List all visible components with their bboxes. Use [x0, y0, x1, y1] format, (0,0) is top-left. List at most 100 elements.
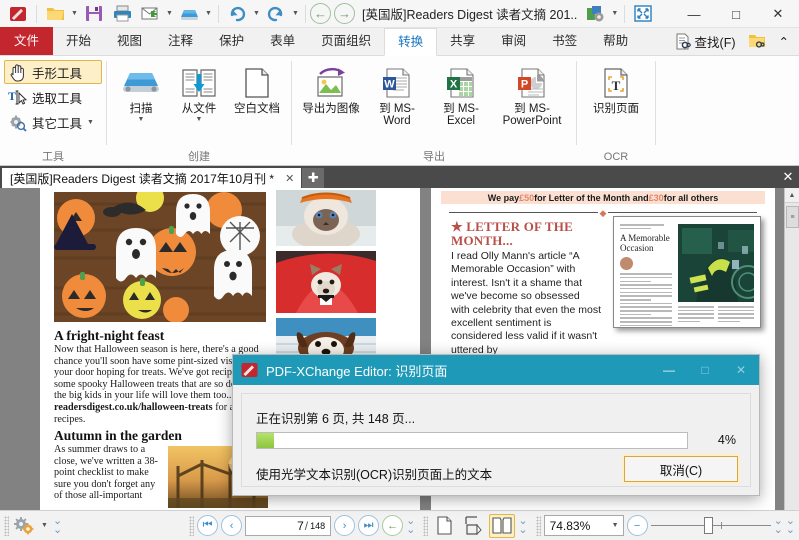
window-close-button[interactable]: ✕ — [757, 0, 799, 28]
new-document-tab-button[interactable]: ✚ — [302, 168, 324, 188]
navigate-back-button[interactable]: ← — [382, 515, 403, 536]
export-to-image-button[interactable]: 导出为图像 — [298, 60, 364, 116]
thumbnail-right-page — [675, 220, 757, 324]
other-tools-button[interactable]: 其它工具 ▼ — [4, 110, 102, 134]
zoom-slider[interactable] — [651, 515, 771, 536]
ocr-recognize-icon: T — [600, 64, 632, 102]
ribbon-tab-form[interactable]: 表单 — [257, 28, 308, 55]
scroll-up-icon[interactable]: ▲ — [785, 188, 799, 203]
save-file-icon[interactable] — [80, 2, 108, 26]
status-bar: ▼ ⌄⌄ ⏮ ‹ 7 / 148 › ⏭ ← ⌄⌄ — [0, 510, 799, 540]
document-tab[interactable]: [英国版]Readers Digest 读者文摘 2017年10月刊 * ✕ — [2, 168, 301, 188]
customize-qat-dropdown-icon[interactable]: ▼ — [609, 2, 620, 26]
hand-tool-button[interactable]: 手形工具 — [4, 60, 102, 84]
ribbon-tab-bookmark[interactable]: 书签 — [539, 28, 590, 55]
page-number-input[interactable]: 7 / 148 — [245, 516, 331, 536]
scan-button-dropdown-icon[interactable]: ▼ — [138, 116, 145, 124]
zoom-grip[interactable] — [536, 516, 541, 536]
blank-page-icon — [243, 64, 271, 102]
ribbon-tab-organize[interactable]: 页面组织 — [308, 28, 384, 55]
zoom-dropdown-icon[interactable]: ▼ — [612, 522, 619, 529]
email-dropdown-icon[interactable]: ▼ — [164, 2, 175, 26]
view-mode-continuous-button[interactable] — [460, 514, 486, 538]
scrollbar-thumb[interactable]: ≡ — [786, 206, 799, 228]
page-nav-grip[interactable] — [189, 516, 194, 536]
qat-separator — [36, 5, 37, 23]
next-page-button[interactable]: › — [334, 515, 355, 536]
statusbar-overflow-4[interactable]: ⌄⌄ — [774, 517, 783, 535]
last-page-button[interactable]: ⏭ — [358, 515, 379, 536]
redo-dropdown-icon[interactable]: ▼ — [290, 2, 301, 26]
preferences-icon[interactable] — [12, 516, 36, 536]
find-button-label: 查找(F) — [695, 32, 736, 51]
window-minimize-button[interactable]: — — [673, 0, 715, 28]
dialog-minimize-button[interactable]: — — [651, 355, 687, 385]
scan-button[interactable]: 扫描 ▼ — [113, 60, 169, 125]
from-file-button[interactable]: 从文件 ▼ — [171, 60, 227, 125]
app-logo-icon[interactable] — [4, 2, 32, 26]
ribbon-tab-help[interactable]: 帮助 — [590, 28, 641, 55]
hand-tool-label: 手形工具 — [32, 63, 82, 82]
zoom-group: 74.83% ▼ − ⌄⌄ ⌄⌄ — [532, 515, 799, 536]
ribbon-tab-view[interactable]: 视图 — [104, 28, 155, 55]
ribbon-empty-area — [656, 56, 799, 165]
from-file-icon — [181, 64, 217, 102]
ribbon-group-export-label: 导出 — [292, 150, 576, 166]
statusbar-overflow-5[interactable]: ⌄⌄ — [786, 517, 795, 535]
previous-page-button[interactable]: ‹ — [221, 515, 242, 536]
window-maximize-button[interactable]: □ — [715, 0, 757, 28]
nav-back-icon[interactable]: ← — [310, 3, 331, 24]
email-icon[interactable] — [136, 2, 164, 26]
ocr-cancel-button[interactable]: 取消(C) — [624, 456, 738, 482]
scan-dropdown-icon[interactable]: ▼ — [203, 2, 214, 26]
zoom-slider-knob[interactable] — [704, 517, 713, 534]
recognize-pages-button[interactable]: T 识别页面 — [583, 60, 649, 116]
nav-forward-icon[interactable]: → — [334, 3, 355, 24]
export-to-excel-button[interactable]: X 到 MS-Excel — [430, 60, 492, 128]
ribbon-tab-protect[interactable]: 保护 — [206, 28, 257, 55]
search-folder-button[interactable] — [742, 28, 773, 54]
undo-icon[interactable] — [223, 2, 251, 26]
find-document-icon — [674, 33, 691, 50]
statusbar-overflow-3[interactable]: ⌄⌄ — [518, 517, 527, 535]
scan-icon[interactable] — [175, 2, 203, 26]
statusbar-overflow-1[interactable]: ⌄⌄ — [53, 517, 62, 535]
statusbar-overflow-2[interactable]: ⌄⌄ — [406, 517, 415, 535]
first-page-button[interactable]: ⏮ — [197, 515, 218, 536]
close-document-button[interactable]: ✕ — [777, 166, 799, 188]
view-mode-single-page-button[interactable] — [431, 514, 457, 538]
open-file-icon[interactable] — [41, 2, 69, 26]
view-mode-grip[interactable] — [423, 516, 428, 536]
document-tab-label: [英国版]Readers Digest 读者文摘 2017年10月刊 * — [10, 170, 274, 187]
other-tools-dropdown-icon[interactable]: ▼ — [86, 116, 95, 128]
vertical-scrollbar[interactable]: ▲ ≡ — [784, 188, 799, 510]
export-to-powerpoint-button[interactable]: P 到 MS-PowerPoint — [494, 60, 570, 128]
zoom-out-button[interactable]: − — [627, 515, 648, 536]
export-to-word-button[interactable]: W 到 MS-Word — [366, 60, 428, 128]
ribbon-tab-file[interactable]: 文件 — [0, 27, 53, 55]
ribbon-tab-review[interactable]: 审阅 — [488, 28, 539, 55]
fullscreen-icon[interactable] — [629, 2, 657, 26]
print-icon[interactable] — [108, 2, 136, 26]
ribbon-tab-home[interactable]: 开始 — [53, 28, 104, 55]
blank-document-button[interactable]: 空白文档 — [229, 60, 285, 116]
open-file-dropdown-icon[interactable]: ▼ — [69, 2, 80, 26]
document-tab-close-icon[interactable]: ✕ — [282, 172, 297, 185]
view-mode-facing-button[interactable] — [489, 514, 515, 538]
ribbon-tab-share[interactable]: 共享 — [437, 28, 488, 55]
customize-qat-icon[interactable] — [581, 2, 609, 26]
from-file-button-dropdown-icon[interactable]: ▼ — [196, 116, 203, 124]
zoom-level-select[interactable]: 74.83% ▼ — [544, 515, 624, 536]
toolbar-grip[interactable] — [4, 516, 9, 536]
document-tab-bar: [英国版]Readers Digest 读者文摘 2017年10月刊 * ✕ ✚… — [0, 166, 799, 188]
select-tool-button[interactable]: T 选取工具 — [4, 85, 102, 109]
find-button[interactable]: 查找(F) — [668, 28, 742, 54]
preferences-dropdown-icon[interactable]: ▼ — [39, 514, 50, 538]
undo-dropdown-icon[interactable]: ▼ — [251, 2, 262, 26]
collapse-ribbon-button[interactable]: ⌃ — [773, 28, 795, 54]
ribbon-tab-comment[interactable]: 注释 — [155, 28, 206, 55]
excel-icon: X — [445, 64, 477, 102]
qat-separator-4 — [624, 5, 625, 23]
redo-icon[interactable] — [262, 2, 290, 26]
ribbon-tab-convert[interactable]: 转换 — [384, 28, 437, 56]
